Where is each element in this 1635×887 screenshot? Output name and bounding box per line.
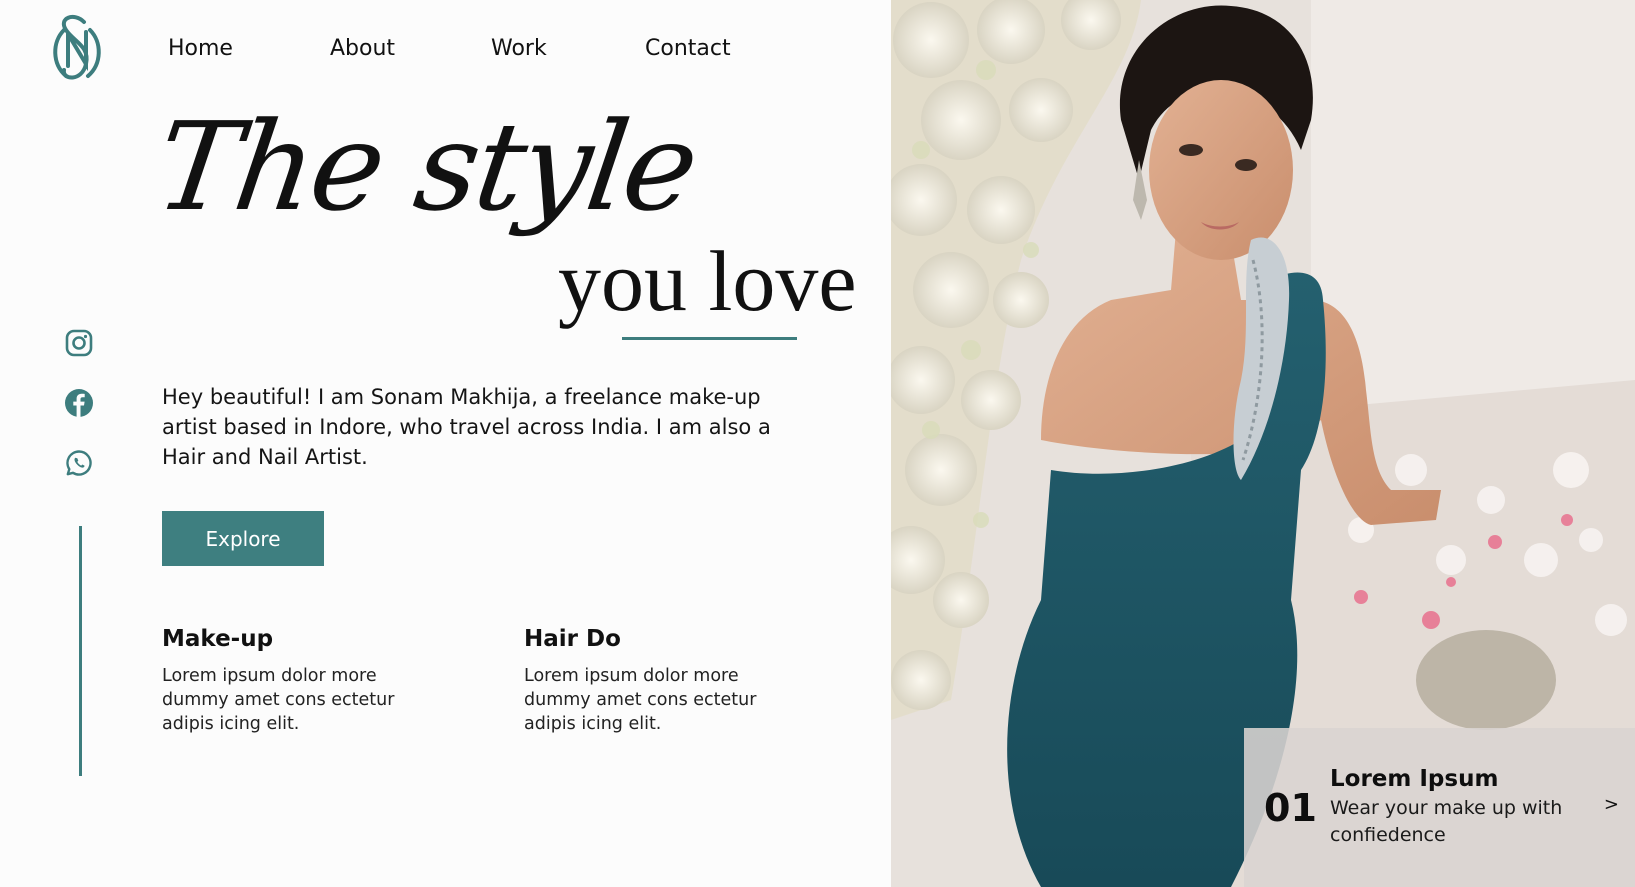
brand-logo[interactable] <box>44 8 110 88</box>
service-hairdo: Hair Do Lorem ipsum dolor more dummy ame… <box>524 626 784 736</box>
left-panel: Home About Work Contact The style you lo… <box>0 0 891 887</box>
card-number: 01 <box>1264 786 1317 830</box>
card-title: Lorem Ipsum <box>1330 766 1499 792</box>
nav-work[interactable]: Work <box>491 36 547 61</box>
feature-card: 01 Lorem Ipsum Wear your make up with co… <box>1244 728 1635 887</box>
hero-underline <box>622 337 797 340</box>
explore-button[interactable]: Explore <box>162 511 324 566</box>
next-arrow-button[interactable]: > <box>1604 794 1619 815</box>
card-description: Wear your make up with confiedence <box>1330 797 1563 846</box>
facebook-icon <box>65 389 93 417</box>
service-makeup: Make-up Lorem ipsum dolor more dummy ame… <box>162 626 422 736</box>
sm-monogram-icon <box>53 14 101 80</box>
decorative-vertical-line <box>79 526 82 776</box>
facebook-link[interactable] <box>64 388 94 418</box>
service-description: Lorem ipsum dolor more dummy amet cons e… <box>524 666 757 734</box>
nav-home[interactable]: Home <box>168 36 233 61</box>
whatsapp-icon <box>66 450 92 476</box>
nav-contact[interactable]: Contact <box>645 36 731 61</box>
instagram-link[interactable] <box>64 328 94 358</box>
hero-script-heading: The style <box>148 96 704 238</box>
service-title: Hair Do <box>524 626 621 652</box>
service-title: Make-up <box>162 626 274 652</box>
intro-text: Hey beautiful! I am Sonam Makhija, a fre… <box>162 385 771 469</box>
nav-about[interactable]: About <box>330 36 395 61</box>
whatsapp-link[interactable] <box>64 448 94 478</box>
instagram-icon <box>65 329 93 357</box>
hero-serif-heading: you love <box>558 233 857 329</box>
service-description: Lorem ipsum dolor more dummy amet cons e… <box>162 666 395 734</box>
